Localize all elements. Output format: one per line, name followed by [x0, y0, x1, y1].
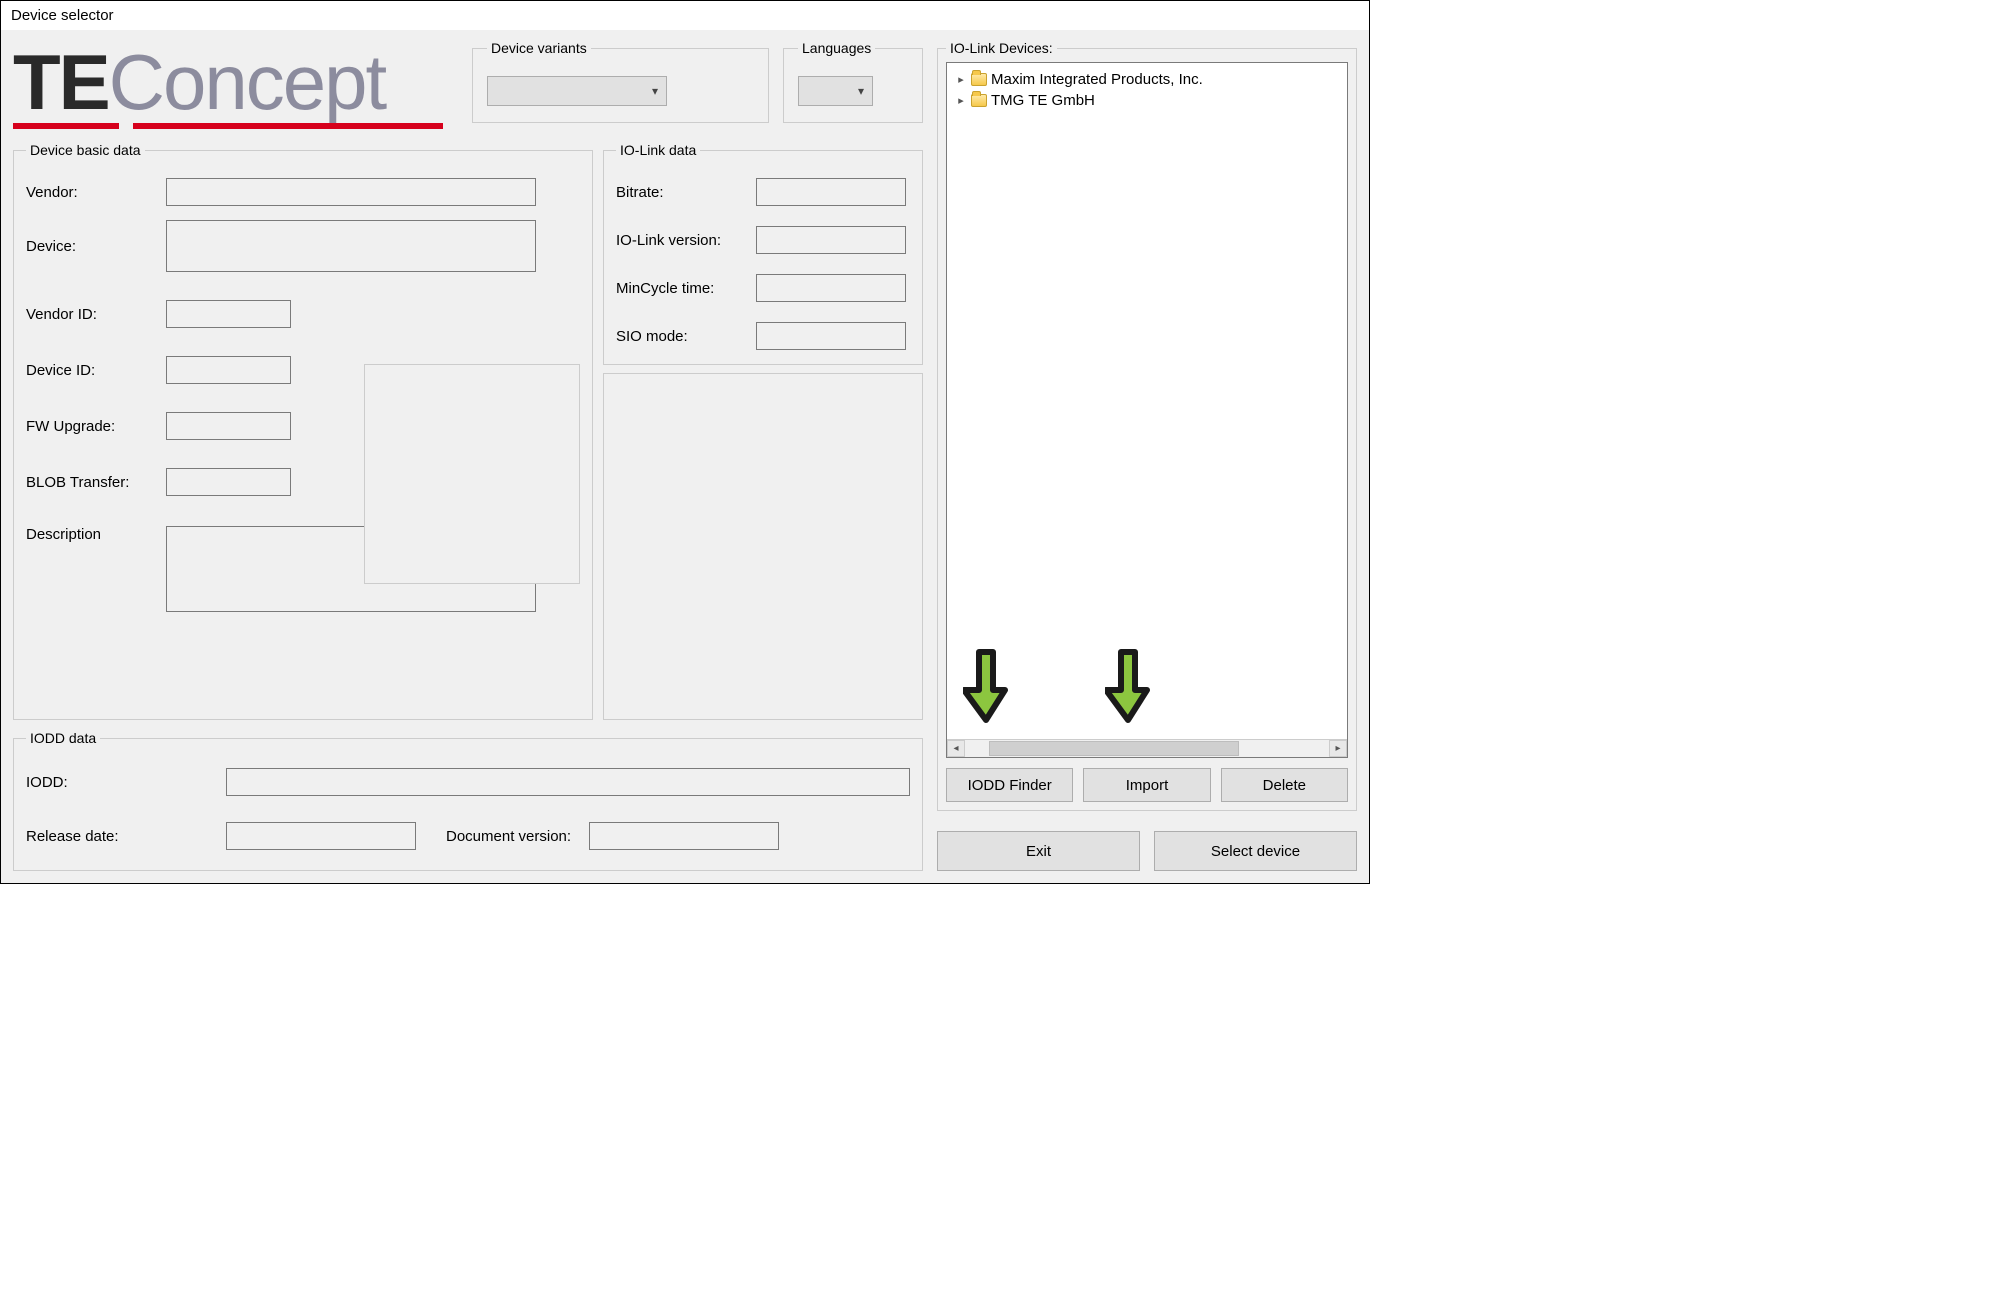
- device-id-label: Device ID:: [26, 362, 166, 379]
- io-link-devices-legend: IO-Link Devices:: [946, 40, 1057, 56]
- release-date-field: [226, 822, 416, 850]
- document-version-label: Document version:: [446, 828, 571, 845]
- device-variants-legend: Device variants: [487, 40, 591, 56]
- mid-row: Device basic data Vendor: Device: Vendor…: [13, 142, 923, 720]
- exit-button[interactable]: Exit: [937, 831, 1140, 871]
- right-column: IO-Link Devices: ▸ Maxim Integrated Prod…: [937, 40, 1357, 871]
- device-selector-window: Device selector TEConcept Device variant…: [0, 0, 1370, 884]
- select-device-button[interactable]: Select device: [1154, 831, 1357, 871]
- io-link-devices-group: IO-Link Devices: ▸ Maxim Integrated Prod…: [937, 40, 1357, 811]
- blob-transfer-field: [166, 468, 291, 496]
- logo-te: TE: [13, 38, 109, 126]
- client-area: TEConcept Device variants ▾ Languages ▾: [1, 30, 1369, 883]
- mincycle-label: MinCycle time:: [616, 280, 756, 297]
- fw-upgrade-label: FW Upgrade:: [26, 418, 166, 435]
- logo-concept: Concept: [109, 38, 386, 126]
- bitrate-field: [756, 178, 906, 206]
- top-row: TEConcept Device variants ▾ Languages ▾: [13, 40, 923, 132]
- mincycle-field: [756, 274, 906, 302]
- folder-icon: [971, 94, 987, 107]
- window-title: Device selector: [1, 1, 1369, 30]
- expand-icon[interactable]: ▸: [955, 73, 967, 86]
- chevron-down-icon: ▾: [858, 84, 864, 98]
- release-date-label: Release date:: [26, 828, 216, 845]
- left-column: TEConcept Device variants ▾ Languages ▾: [13, 40, 923, 871]
- iolink-version-field: [756, 226, 906, 254]
- delete-button[interactable]: Delete: [1221, 768, 1348, 802]
- document-version-field: [589, 822, 779, 850]
- iodd-label: IODD:: [26, 774, 216, 791]
- description-label: Description: [26, 526, 166, 543]
- device-field: [166, 220, 536, 272]
- scroll-thumb[interactable]: [989, 741, 1239, 756]
- io-link-data-group: IO-Link data Bitrate: IO-Link version: M…: [603, 142, 923, 365]
- blob-transfer-label: BLOB Transfer:: [26, 474, 166, 491]
- expand-icon[interactable]: ▸: [955, 94, 967, 107]
- chevron-down-icon: ▾: [652, 84, 658, 98]
- folder-icon: [971, 73, 987, 86]
- device-id-field: [166, 356, 291, 384]
- iodd-data-legend: IODD data: [26, 730, 100, 746]
- io-link-data-legend: IO-Link data: [616, 142, 700, 158]
- teconcept-logo: TEConcept: [13, 40, 458, 132]
- device-variants-combo[interactable]: ▾: [487, 76, 667, 106]
- iolink-version-label: IO-Link version:: [616, 232, 756, 249]
- tree-item-label: TMG TE GmbH: [991, 92, 1095, 109]
- scroll-left-button[interactable]: ◂: [947, 740, 965, 757]
- extra-info-panel: [603, 373, 923, 720]
- device-image-placeholder: [364, 364, 580, 584]
- io-link-column: IO-Link data Bitrate: IO-Link version: M…: [603, 142, 923, 720]
- iodd-field: [226, 768, 910, 796]
- device-variants-group: Device variants ▾: [472, 40, 769, 123]
- vendor-label: Vendor:: [26, 184, 166, 201]
- tree-horizontal-scrollbar[interactable]: ◂ ▸: [947, 739, 1347, 757]
- vendor-id-field: [166, 300, 291, 328]
- tree-item[interactable]: ▸ TMG TE GmbH: [955, 90, 1339, 111]
- vendor-id-label: Vendor ID:: [26, 306, 166, 323]
- import-button[interactable]: Import: [1083, 768, 1210, 802]
- languages-combo[interactable]: ▾: [798, 76, 873, 106]
- scroll-right-button[interactable]: ▸: [1329, 740, 1347, 757]
- bitrate-label: Bitrate:: [616, 184, 756, 201]
- vendor-field: [166, 178, 536, 206]
- languages-group: Languages ▾: [783, 40, 923, 123]
- sio-mode-field: [756, 322, 906, 350]
- device-basic-data-legend: Device basic data: [26, 142, 145, 158]
- devices-tree[interactable]: ▸ Maxim Integrated Products, Inc. ▸ TMG …: [946, 62, 1348, 758]
- fw-upgrade-field: [166, 412, 291, 440]
- tree-item[interactable]: ▸ Maxim Integrated Products, Inc.: [955, 69, 1339, 90]
- languages-legend: Languages: [798, 40, 875, 56]
- sio-mode-label: SIO mode:: [616, 328, 756, 345]
- scroll-track[interactable]: [965, 740, 1329, 757]
- tree-item-label: Maxim Integrated Products, Inc.: [991, 71, 1203, 88]
- iodd-data-group: IODD data IODD: Release date: Document v…: [13, 730, 923, 871]
- iodd-finder-button[interactable]: IODD Finder: [946, 768, 1073, 802]
- device-basic-data-group: Device basic data Vendor: Device: Vendor…: [13, 142, 593, 720]
- device-label: Device:: [26, 238, 166, 255]
